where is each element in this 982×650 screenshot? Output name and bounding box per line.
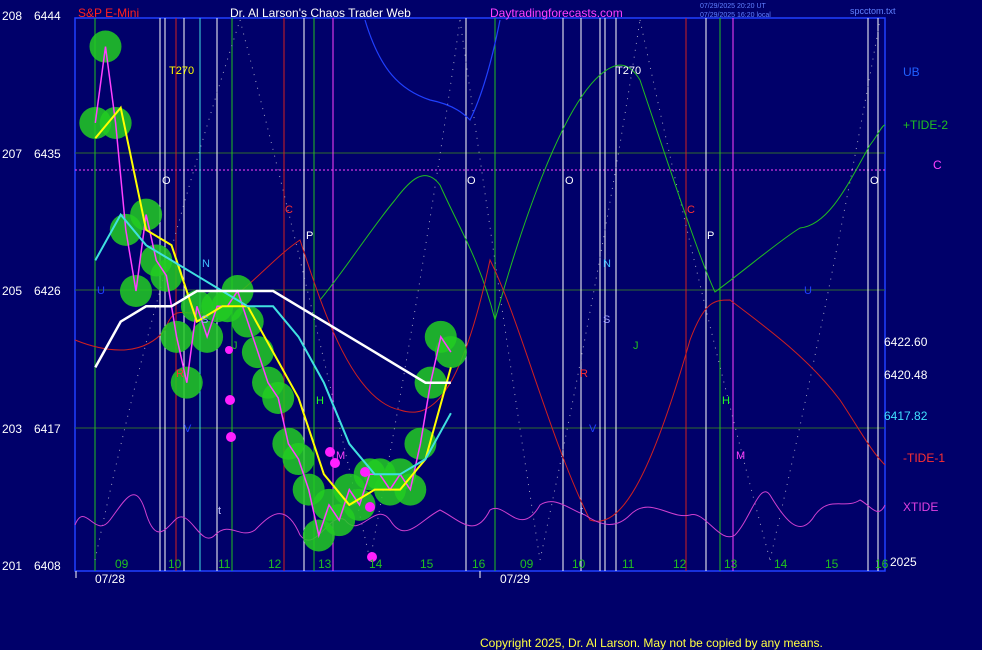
marker-m: M	[336, 450, 345, 462]
x-tick: 10	[572, 557, 586, 571]
curve-label-tide-plus: +TIDE-2	[903, 118, 948, 132]
y-tick-primary: 203	[2, 422, 22, 436]
header-ut-time: 07/29/2025 20:20 UT	[700, 3, 766, 10]
marker-o: O	[870, 175, 879, 187]
y-tick-primary: 201	[2, 559, 22, 573]
marker-v: V	[589, 423, 597, 435]
curve-label-ub: UB	[903, 65, 920, 79]
x-tick: 09	[115, 557, 129, 571]
x-tick: 13	[724, 557, 738, 571]
marker-m: M	[736, 450, 745, 462]
x-tick: 15	[420, 557, 434, 571]
header-title: Dr. Al Larson's Chaos Trader Web	[230, 6, 411, 20]
y-tick-price: 6435	[34, 147, 61, 161]
right-level: 6417.82	[884, 409, 928, 423]
marker-j: J	[633, 340, 639, 352]
footer-year: 2025	[890, 555, 917, 569]
x-tick: 11	[622, 557, 635, 571]
x-date-label: 07/28	[95, 572, 125, 586]
x-tick: 09	[520, 557, 534, 571]
marker-u: U	[804, 285, 812, 297]
marker-c: C	[687, 204, 695, 216]
marker-o: O	[162, 175, 171, 187]
y-tick-primary: 208	[2, 9, 22, 23]
x-tick: 11	[218, 557, 231, 571]
marker-n: N	[202, 258, 210, 270]
x-tick: 13	[318, 557, 332, 571]
x-tick: 12	[673, 557, 687, 571]
marker-n: N	[603, 258, 611, 270]
x-tick: 14	[369, 557, 383, 571]
right-level: 6422.60	[884, 335, 928, 349]
marker-j: J	[232, 340, 238, 352]
marker-v: V	[184, 423, 192, 435]
signal-dot	[360, 467, 370, 477]
x-tick: 15	[825, 557, 839, 571]
header-file: spcctom.txt	[850, 6, 896, 16]
marker-h: H	[316, 395, 324, 407]
x-tick: 16	[875, 557, 889, 571]
marker-s: S	[603, 314, 610, 326]
right-level: 6420.48	[884, 368, 928, 382]
signal-dot	[325, 447, 335, 457]
marker-r: R	[580, 368, 588, 380]
marker-o: O	[565, 175, 574, 187]
x-date-label: 07/29	[500, 572, 530, 586]
marker-t270: T270	[616, 65, 641, 77]
marker-t: t	[218, 505, 221, 517]
marker-u: U	[97, 285, 105, 297]
y-tick-price: 6417	[34, 422, 61, 436]
curve-label-xtide: XTIDE	[903, 500, 938, 514]
marker-o: O	[467, 175, 476, 187]
marker-h: H	[722, 395, 730, 407]
x-tick: 14	[774, 557, 788, 571]
marker-r: R	[176, 368, 184, 380]
y-tick-price: 6408	[34, 559, 61, 573]
y-tick-primary: 207	[2, 147, 22, 161]
marker-p: P	[707, 230, 714, 242]
x-tick: 10	[168, 557, 182, 571]
curve-label-tide-minus: -TIDE-1	[903, 451, 945, 465]
header-site: Daytradingforecasts.com	[490, 6, 623, 20]
header-symbol: S&P E-Mini	[78, 6, 139, 20]
y-tick-price: 6444	[34, 9, 61, 23]
marker-t: t	[580, 505, 583, 517]
signal-dot	[226, 432, 236, 442]
signal-dot	[225, 395, 235, 405]
x-tick: 12	[268, 557, 282, 571]
chart-background	[0, 0, 982, 650]
header-local-time: 07/29/2025 16:20 local	[700, 12, 771, 19]
curve-label-c: C	[933, 158, 942, 172]
marker-p: P	[306, 230, 313, 242]
marker-c: C	[285, 204, 293, 216]
marker-t270: T270	[169, 65, 194, 77]
x-tick: 16	[472, 557, 486, 571]
chaos-chart: S&P E-Mini Dr. Al Larson's Chaos Trader …	[0, 0, 982, 650]
y-tick-price: 6426	[34, 284, 61, 298]
signal-dot	[365, 502, 375, 512]
marker-s: S	[201, 314, 208, 326]
copyright: Copyright 2025, Dr. Al Larson. May not b…	[480, 636, 823, 650]
y-tick-primary: 205	[2, 284, 22, 298]
